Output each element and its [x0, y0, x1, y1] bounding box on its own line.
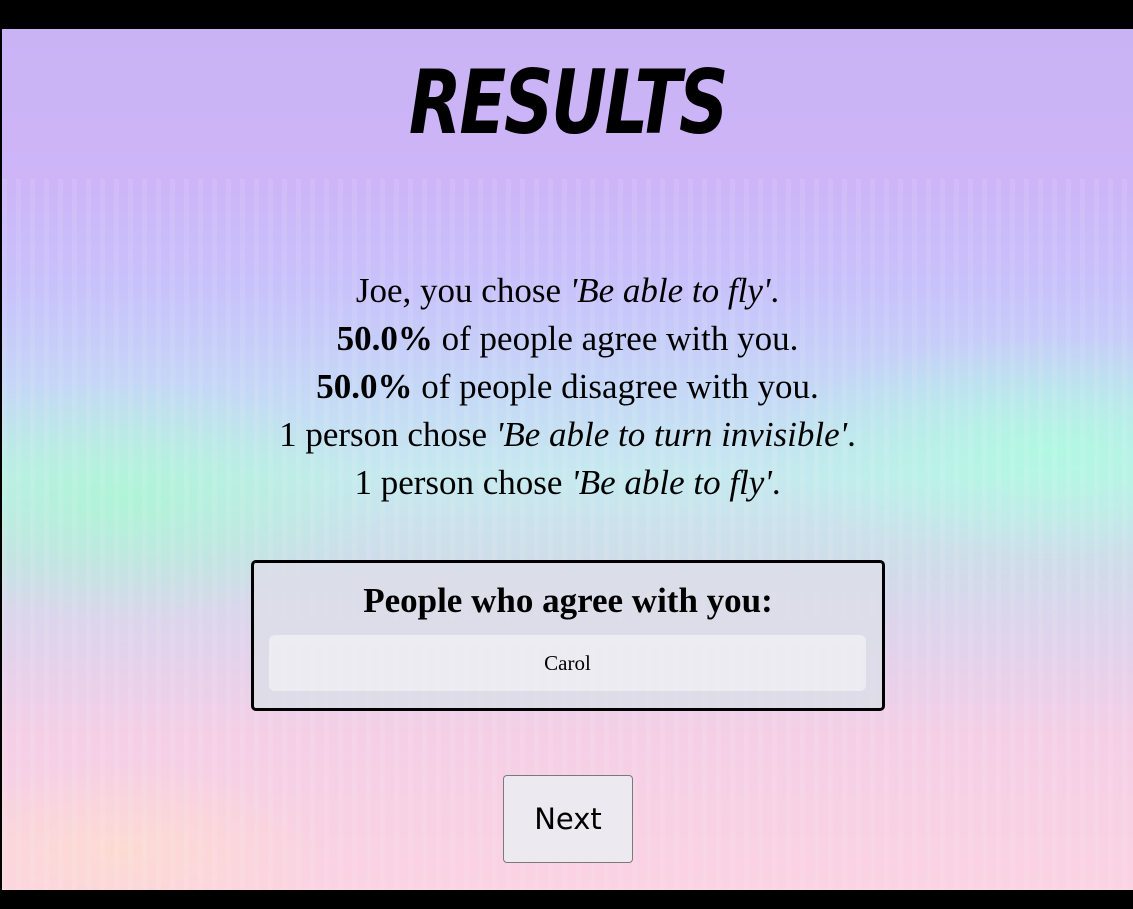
- your-choice-text: 'Be able to fly': [569, 271, 771, 310]
- option-count-choice: 'Be able to fly': [571, 463, 772, 502]
- results-summary: Joe, you chose 'Be able to fly'. 50.0% o…: [2, 267, 1133, 507]
- agree-panel: People who agree with you: Carol: [251, 560, 885, 711]
- agree-percent-line: 50.0% of people agree with you.: [2, 315, 1133, 363]
- disagree-percent: 50.0%: [316, 367, 413, 406]
- option-count-suffix: .: [847, 415, 856, 454]
- option-count-prefix: 1 person chose: [354, 463, 572, 502]
- option-count-prefix: 1 person chose: [279, 415, 496, 454]
- option-count-line-invisible: 1 person chose 'Be able to turn invisibl…: [2, 411, 1133, 459]
- option-count-suffix: .: [771, 463, 781, 502]
- agree-panel-heading: People who agree with you:: [363, 581, 773, 620]
- option-count-choice: 'Be able to turn invisible': [495, 415, 848, 454]
- next-button[interactable]: Next: [503, 775, 633, 863]
- disagree-percent-text: of people disagree with you.: [412, 367, 819, 406]
- your-choice-prefix: Joe, you chose: [355, 271, 570, 310]
- your-choice-line: Joe, you chose 'Be able to fly'.: [2, 267, 1133, 315]
- agree-percent-text: of people agree with you.: [432, 319, 799, 358]
- agree-percent: 50.0%: [336, 319, 433, 358]
- option-count-line-fly: 1 person chose 'Be able to fly'.: [2, 459, 1133, 507]
- page-title: RESULTS: [408, 51, 729, 154]
- disagree-percent-line: 50.0% of people disagree with you.: [2, 363, 1133, 411]
- results-screen: RESULTS Joe, you chose 'Be able to fly'.…: [2, 29, 1133, 890]
- agree-person-item: Carol: [269, 635, 866, 691]
- your-choice-suffix: .: [770, 271, 780, 310]
